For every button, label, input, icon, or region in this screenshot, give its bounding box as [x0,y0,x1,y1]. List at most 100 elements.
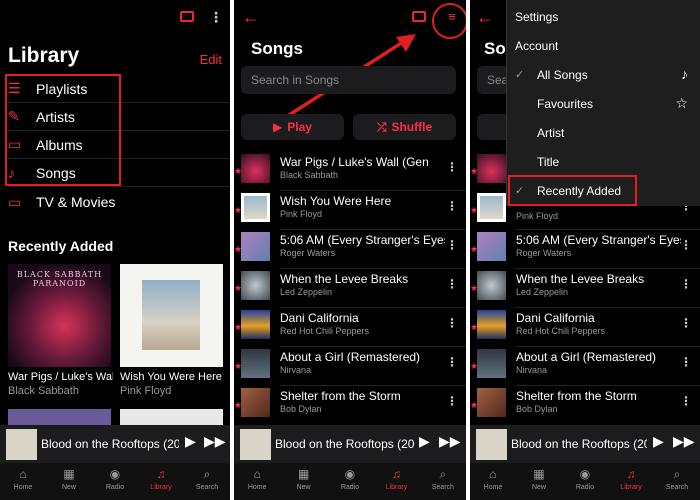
song-title: About a Girl (Remastered) [280,350,421,364]
song-artist: Black Sabbath [280,170,339,180]
more-options-icon[interactable]: ⋮ [207,8,225,26]
song-title: 5:06 AM (Every Stranger's Eyes) [516,233,681,247]
song-row[interactable]: ★ When the Levee Breaks Led Zeppelin ⋮ [470,269,700,308]
tab-radio[interactable]: ◉ Radio [92,463,138,500]
tab-new[interactable]: ▦ New [280,463,326,500]
tab-radio[interactable]: ◉ Radio [327,463,373,500]
shuffle-button[interactable]: ⤮ Shuffle [353,114,456,140]
tab-label: Search [431,484,454,491]
mini-player[interactable]: Blood on the Rooftops (2008 Remaster) ▶ … [470,425,700,463]
menu-item-artist[interactable]: Artist [507,118,700,147]
song-artist: Roger Waters [280,248,336,258]
album-cover-partial[interactable] [8,409,111,425]
song-row[interactable]: ★ 5:06 AM (Every Stranger's Eyes) Roger … [470,230,700,269]
menu-item-settings[interactable]: Settings [507,2,700,31]
library-item-label: TV & Movies [36,194,116,210]
library-item-tv-movies[interactable]: ▭ TV & Movies [8,188,230,216]
now-playing-title: Blood on the Rooftops (2008 Remaster) [275,437,415,451]
top-bar: ⋮ [0,0,230,34]
play-icon[interactable]: ▶ [185,433,196,450]
checkmark-icon: ✓ [515,69,525,81]
skip-forward-icon[interactable]: ▶▶ [204,433,226,450]
menu-item-title[interactable]: Title [507,147,700,176]
tab-search[interactable]: ⌕ Search [184,463,230,500]
tab-library[interactable]: ♫ Library [608,463,654,500]
song-artwork [241,232,270,261]
skip-forward-icon[interactable]: ▶▶ [439,433,461,450]
now-playing-art [6,429,37,460]
song-row[interactable]: ★ Wish You Were Here Pink Floyd ⋮ [234,191,466,230]
play-icon[interactable]: ▶ [653,433,664,450]
album-title: War Pigs / Luke's Wall (Gen [8,371,113,383]
more-options-icon[interactable]: ⋮ [446,277,458,291]
tab-search[interactable]: ⌕ Search [420,463,466,500]
tab-library[interactable]: ♫ Library [373,463,419,500]
home-icon: ⌂ [489,467,497,481]
menu-item-favourites[interactable]: Favourites ☆ [507,89,700,118]
album-cover-wish-you-were-here[interactable] [120,264,223,367]
more-options-icon[interactable]: ⋮ [680,238,692,252]
song-row[interactable]: ★ Dani California Red Hot Chili Peppers … [470,308,700,347]
play-button[interactable]: ▶ Play [241,114,344,140]
tab-home[interactable]: ⌂ Home [470,463,516,500]
edit-button[interactable]: Edit [200,52,222,67]
menu-label: Favourites [537,97,594,111]
more-options-icon[interactable]: ⋮ [446,199,458,213]
song-title: Dani California [280,311,359,325]
back-arrow-icon[interactable]: ← [476,8,494,26]
more-options-icon[interactable]: ⋮ [446,394,458,408]
song-title: Wish You Were Here [280,194,392,208]
search-icon: ⌕ [203,467,211,481]
song-row[interactable]: ★ 5:06 AM (Every Stranger's Eyes) Roger … [234,230,466,269]
song-row[interactable]: ★ War Pigs / Luke's Wall (Gen Black Sabb… [234,152,466,191]
tab-home[interactable]: ⌂ Home [234,463,280,500]
song-artist: Red Hot Chili Peppers [516,326,606,336]
tab-new[interactable]: ▦ New [46,463,92,500]
play-icon[interactable]: ▶ [419,433,430,450]
more-options-icon[interactable]: ⋮ [680,355,692,369]
menu-item-account[interactable]: Account [507,31,700,60]
music-note-icon: ♪ [681,66,688,82]
tab-library[interactable]: ♫ Library [138,463,184,500]
song-title: 5:06 AM (Every Stranger's Eyes) [280,233,445,247]
tab-label: Search [665,484,689,491]
more-options-icon[interactable]: ⋮ [446,355,458,369]
tab-search[interactable]: ⌕ Search [654,463,700,500]
song-row[interactable]: ★ Dani California Red Hot Chili Peppers … [234,308,466,347]
mini-player[interactable]: Blood on the Rooftops (2008 Remaster) ▶ … [234,425,466,463]
tab-label: Home [13,484,33,491]
more-options-icon[interactable]: ⋮ [680,277,692,291]
more-options-icon[interactable]: ⋮ [680,394,692,408]
song-row[interactable]: ★ About a Girl (Remastered) Nirvana ⋮ [234,347,466,386]
library-icon: ♫ [156,467,166,481]
mini-player[interactable]: Blood on the Rooftops (2008 Remaster) ▶ … [0,425,230,463]
song-title: Shelter from the Storm [516,389,637,403]
song-row[interactable]: ★ When the Levee Breaks Led Zeppelin ⋮ [234,269,466,308]
song-artwork [241,271,270,300]
grid-icon: ▦ [63,467,75,481]
menu-item-all-songs[interactable]: ✓ All Songs ♪ [507,60,700,89]
search-input[interactable]: Search in Songs [241,66,456,94]
home-icon: ⌂ [19,467,27,481]
tab-home[interactable]: ⌂ Home [0,463,46,500]
album-cover-partial[interactable] [120,409,223,425]
skip-forward-icon[interactable]: ▶▶ [673,433,695,450]
song-row[interactable]: ★ Shelter from the Storm Bob Dylan ⋮ [234,386,466,425]
cast-icon[interactable] [180,11,194,22]
more-options-icon[interactable]: ⋮ [680,316,692,330]
tab-new[interactable]: ▦ New [516,463,562,500]
more-options-icon[interactable]: ⋮ [446,316,458,330]
song-artist: Nirvana [280,365,312,375]
now-playing-art [240,429,271,460]
tab-label: Home [483,484,503,491]
more-options-icon[interactable]: ⋮ [446,238,458,252]
song-artist: Led Zeppelin [280,287,333,297]
song-row[interactable]: ★ About a Girl (Remastered) Nirvana ⋮ [470,347,700,386]
tab-radio[interactable]: ◉ Radio [562,463,608,500]
song-row[interactable]: ★ Shelter from the Storm Bob Dylan ⋮ [470,386,700,425]
album-cover-paranoid[interactable]: BLACK SABBATH PARANOID [8,264,111,367]
more-options-icon[interactable]: ⋮ [446,160,458,174]
tab-label: Home [247,484,267,491]
radio-icon: ◉ [344,467,356,481]
song-artwork [477,310,506,339]
